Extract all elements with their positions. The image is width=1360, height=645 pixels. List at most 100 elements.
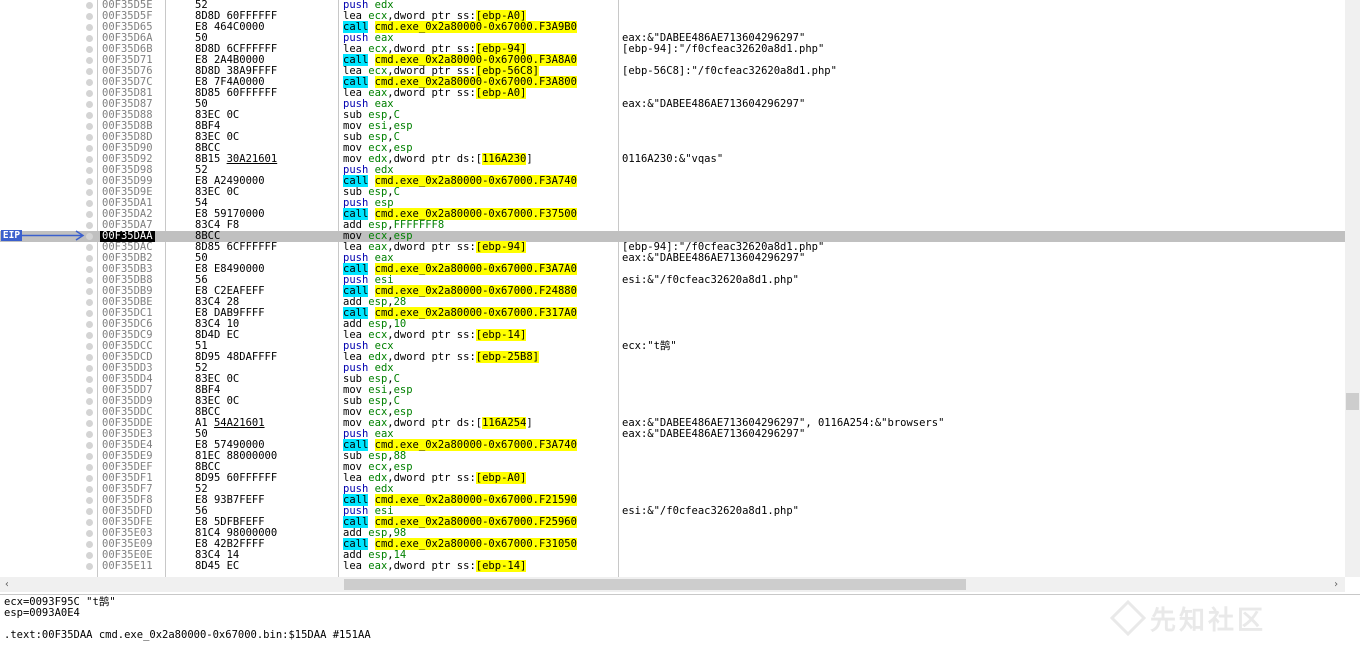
breakpoint-dot-icon[interactable] [86,398,93,405]
breakpoint-dot-icon[interactable] [86,288,93,295]
breakpoint-dot-icon[interactable] [86,134,93,141]
comment-cell: eax:&"DABEE486AE713604296297" [622,428,806,440]
breakpoint-dot-icon[interactable] [86,57,93,64]
breakpoint-dot-icon[interactable] [86,79,93,86]
horizontal-scroll-thumb[interactable] [344,579,966,590]
info-location: .text:00F35DAA cmd.exe_0x2a80000-0x67000… [4,629,371,641]
comment-cell: ecx:"t鹄" [622,340,677,352]
breakpoint-dot-icon[interactable] [86,475,93,482]
breakpoint-dot-icon[interactable] [86,233,93,240]
instruction-token: ,dword ptr ss: [387,329,476,341]
breakpoint-dot-icon[interactable] [86,222,93,229]
breakpoint-dot-icon[interactable] [86,299,93,306]
bytes-address-link[interactable]: 54A21601 [214,417,265,429]
breakpoint-dot-icon[interactable] [86,101,93,108]
comment-cell: [ebp-56C8]:"/f0cfeac32620a8d1.php" [622,65,837,77]
instruction-token: lea [343,560,362,572]
instruction-token: ,dword ptr ss: [387,87,476,99]
breakpoint-dot-icon[interactable] [86,321,93,328]
breakpoint-dot-icon[interactable] [86,35,93,42]
breakpoint-dot-icon[interactable] [86,332,93,339]
instruction-token: ,dword ptr ss: [387,472,476,484]
breakpoint-dot-icon[interactable] [86,497,93,504]
instruction-token: [ebp-A0] [475,87,527,99]
breakpoint-dot-icon[interactable] [86,277,93,284]
instruction-token: 116A230 [482,153,527,165]
breakpoint-dot-icon[interactable] [86,46,93,53]
instruction-token: [ebp-14] [475,560,527,572]
breakpoint-dot-icon[interactable] [86,255,93,262]
instruction-token: cmd.exe_0x2a80000-0x67000.F21590 [374,494,577,506]
breakpoint-dot-icon[interactable] [86,13,93,20]
breakpoint-dot-icon[interactable] [86,409,93,416]
instruction-token: [ebp-94] [475,241,527,253]
breakpoint-dot-icon[interactable] [86,112,93,119]
comment-cell: 0116A230:&"vqas" [622,153,724,165]
breakpoint-dot-icon[interactable] [86,123,93,130]
breakpoint-dot-icon[interactable] [86,508,93,515]
breakpoint-dot-icon[interactable] [86,552,93,559]
breakpoint-dot-icon[interactable] [86,244,93,251]
breakpoint-dot-icon[interactable] [86,420,93,427]
disassembly-view[interactable]: 00F35D5E 52 push edx 00F35D5F 8D8D 60FFFFFF l… [0,0,1345,577]
chevron-left-icon[interactable]: ‹ [4,577,10,592]
breakpoint-dot-icon[interactable] [86,189,93,196]
comment-cell: esi:&"/f0cfeac32620a8d1.php" [622,274,800,286]
breakpoint-dot-icon[interactable] [86,266,93,273]
instruction-cell: lea eax,dword ptr ss:[ebp-14] [343,560,527,572]
breakpoint-dot-icon[interactable] [86,563,93,570]
breakpoint-dot-icon[interactable] [86,343,93,350]
breakpoint-dot-icon[interactable] [86,200,93,207]
breakpoint-dot-icon[interactable] [86,376,93,383]
breakpoint-dot-icon[interactable] [86,453,93,460]
breakpoint-dot-icon[interactable] [86,145,93,152]
instruction-token: ,dword ptr ss: [387,560,476,572]
watermark-logo-icon [1110,600,1146,636]
instruction-token: ] [526,417,533,429]
instruction-token: ,dword ptr ds:[ [387,417,483,429]
breakpoint-dot-icon[interactable] [86,167,93,174]
instruction-token: cmd.exe_0x2a80000-0x67000.F3A7A0 [374,263,577,275]
instruction-token: [ebp-14] [475,329,527,341]
breakpoint-dot-icon[interactable] [86,211,93,218]
arrow-right-icon [22,230,85,241]
breakpoint-dot-icon[interactable] [86,530,93,537]
breakpoint-dot-icon[interactable] [86,431,93,438]
info-register-esp: esp=0093A0E4 [4,607,80,619]
instruction-token: ,dword ptr ss: [387,241,476,253]
breakpoint-dot-icon[interactable] [86,24,93,31]
instruction-token: C [393,186,400,198]
instruction-token: [ebp-25B8] [475,351,539,363]
breakpoint-dot-icon[interactable] [86,310,93,317]
breakpoint-dot-icon[interactable] [86,156,93,163]
comment-cell: eax:&"DABEE486AE713604296297" [622,252,806,264]
vertical-scrollbar[interactable] [1345,0,1360,577]
breakpoint-dot-icon[interactable] [86,90,93,97]
bytes-cell: 8D45 EC [195,561,239,572]
breakpoint-dot-icon[interactable] [86,486,93,493]
table-row[interactable]: 00F35E11 8D45 EC lea eax,dword ptr ss:[ebp… [0,560,1345,572]
breakpoint-dot-icon[interactable] [86,519,93,526]
vertical-scroll-thumb[interactable] [1346,393,1359,410]
breakpoint-dot-icon[interactable] [86,387,93,394]
breakpoint-dot-icon[interactable] [86,365,93,372]
watermark-text: 先知社区 [1150,606,1267,636]
breakpoint-dot-icon[interactable] [86,354,93,361]
breakpoint-dot-icon[interactable] [86,541,93,548]
instruction-token: cmd.exe_0x2a80000-0x67000.F3A740 [374,175,577,187]
breakpoint-dot-icon[interactable] [86,2,93,9]
chevron-right-icon[interactable]: › [1333,577,1339,592]
instruction-token: 116A254 [482,417,527,429]
comment-cell: [ebp-94]:"/f0cfeac32620a8d1.php" [622,43,825,55]
bytes-address-link[interactable]: 30A21601 [227,153,278,165]
breakpoint-dot-icon[interactable] [86,442,93,449]
breakpoint-dot-icon[interactable] [86,178,93,185]
instruction-token: [ebp-A0] [475,472,527,484]
instruction-token: ,dword ptr ss: [387,351,476,363]
breakpoint-dot-icon[interactable] [86,464,93,471]
breakpoint-dot-icon[interactable] [86,68,93,75]
instruction-token: eax [368,560,388,572]
comment-cell: eax:&"DABEE486AE713604296297" [622,98,806,110]
watermark: 先知社区 [1110,598,1350,638]
instruction-token: ,dword ptr ds:[ [387,153,483,165]
